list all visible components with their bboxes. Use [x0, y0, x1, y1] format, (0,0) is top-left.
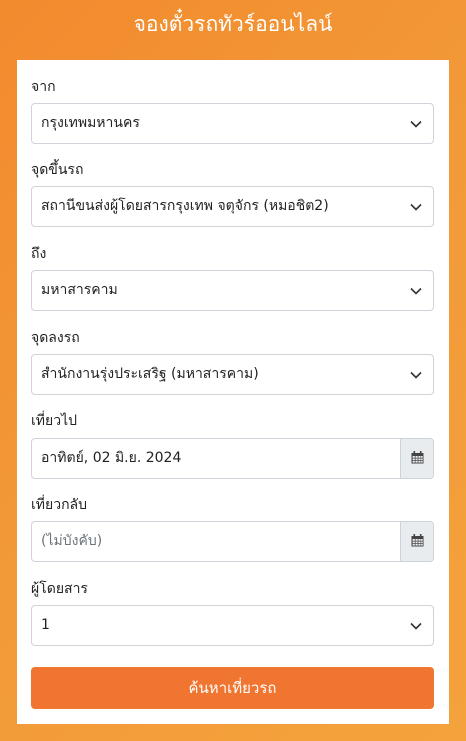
depart-calendar-button[interactable]	[400, 439, 433, 478]
return-label: เที่ยวกลับ	[31, 497, 88, 513]
return-date-input[interactable]: (ไม่บังคับ)	[32, 522, 400, 561]
return-date-field[interactable]: (ไม่บังคับ)	[31, 521, 434, 562]
from-label: จาก	[31, 79, 56, 95]
page-title: จองตั๋วรถทัวร์ออนไลน์	[133, 12, 333, 36]
dropoff-point-label: จุดลงรถ	[31, 330, 80, 346]
boarding-point-select[interactable]: สถานีขนส่งผู้โดยสารกรุงเทพ จตุจักร (หมอช…	[31, 186, 434, 227]
chevron-down-icon	[409, 271, 423, 310]
passengers-label: ผู้โดยสาร	[31, 581, 88, 597]
from-select[interactable]: กรุงเทพมหานคร	[31, 103, 434, 144]
dropoff-point-value: สำนักงานรุ่งประเสริฐ (มหาสารคาม)	[41, 366, 259, 382]
to-select[interactable]: มหาสารคาม	[31, 270, 434, 311]
dropoff-point-select[interactable]: สำนักงานรุ่งประเสริฐ (มหาสารคาม)	[31, 354, 434, 395]
depart-label: เที่ยวไป	[31, 413, 78, 429]
to-label: ถึง	[31, 246, 47, 262]
passengers-value: 1	[41, 617, 50, 633]
chevron-down-icon	[409, 355, 423, 394]
boarding-point-label: จุดขึ้นรถ	[31, 162, 84, 178]
passengers-select[interactable]: 1	[31, 605, 434, 646]
calendar-icon	[411, 449, 424, 468]
chevron-down-icon	[409, 104, 423, 143]
chevron-down-icon	[409, 606, 423, 645]
to-value: มหาสารคาม	[41, 282, 118, 298]
chevron-down-icon	[409, 187, 423, 226]
search-trips-button[interactable]: ค้นหาเที่ยวรถ	[31, 667, 434, 709]
boarding-point-value: สถานีขนส่งผู้โดยสารกรุงเทพ จตุจักร (หมอช…	[41, 198, 329, 214]
depart-date-value[interactable]: อาทิตย์, 02 มิ.ย. 2024	[32, 439, 400, 478]
from-value: กรุงเทพมหานคร	[41, 115, 140, 131]
return-calendar-button[interactable]	[400, 522, 433, 561]
depart-date-field[interactable]: อาทิตย์, 02 มิ.ย. 2024	[31, 438, 434, 479]
booking-form: จาก กรุงเทพมหานคร จุดขึ้นรถ สถานีขนส่งผู…	[17, 60, 449, 724]
calendar-icon	[411, 532, 424, 551]
